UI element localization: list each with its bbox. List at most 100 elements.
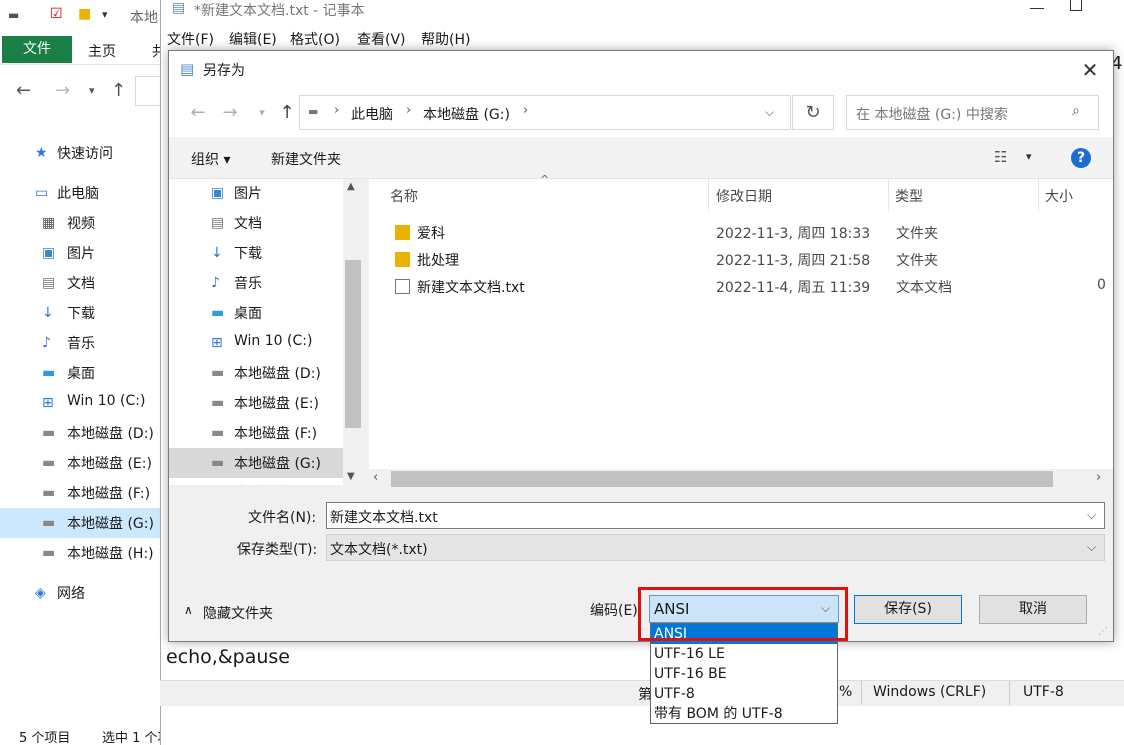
sidebar-item[interactable]: ▬ 本地磁盘 (H:) (0, 538, 175, 568)
scroll-down-icon[interactable]: ▼ (347, 471, 355, 482)
nav-scrollbar-thumb[interactable] (345, 260, 361, 428)
sidebar-item[interactable]: ▭ 此电脑 (0, 178, 175, 208)
column-divider[interactable] (888, 179, 889, 211)
folder-icon (395, 252, 410, 267)
encoding-option[interactable]: UTF-16 BE (651, 664, 837, 684)
nav-item-label: 本地磁盘 (F:) (234, 426, 318, 442)
tab-file[interactable]: 文件 (2, 36, 72, 63)
file-row[interactable]: 爱科 2022-11-3, 周四 18:33 文件夹 (369, 219, 1113, 246)
back-arrow-icon[interactable]: ← (186, 101, 210, 125)
address-bar[interactable]: ▬ › 此电脑 › 本地磁盘 (G:) › ⌵ (299, 95, 791, 130)
scroll-right-icon[interactable]: › (1096, 470, 1101, 485)
menu-item[interactable]: 格式(O) (290, 29, 340, 49)
file-row[interactable]: 新建文本文档.txt 2022-11-4, 周五 11:39 文本文档 0 (369, 273, 1113, 300)
item-count: 5 个项目 (19, 731, 71, 745)
save-type-select[interactable]: 文本文档(*.txt) ⌵ (326, 534, 1105, 561)
sidebar-item[interactable]: ⊞ Win 10 (C:) (0, 388, 175, 418)
close-icon[interactable]: ✕ (1076, 56, 1104, 84)
file-type: 文件夹 (896, 253, 938, 269)
dialog-nav-item[interactable]: ♪ 音乐 (169, 268, 343, 298)
nav-item-label: 快速访问 (57, 146, 113, 162)
sidebar-item[interactable]: ▬ 本地磁盘 (F:) (0, 478, 175, 508)
chevron-down-icon[interactable]: ⌵ (1087, 508, 1096, 523)
dialog-icon: ▤ (180, 60, 195, 78)
view-options-icon[interactable]: ☷ (994, 148, 1007, 166)
forward-arrow-icon[interactable]: → (218, 101, 242, 125)
column-divider[interactable] (708, 179, 709, 211)
encoding-option[interactable]: 带有 BOM 的 UTF-8 (651, 704, 837, 724)
menu-item[interactable]: 查看(V) (357, 29, 406, 49)
menu-item[interactable]: 帮助(H) (421, 29, 470, 49)
notepad-text[interactable]: echo,&pause (166, 646, 290, 668)
file-row[interactable]: 批处理 2022-11-3, 周四 21:58 文件夹 (369, 246, 1113, 273)
column-header-name[interactable]: 名称 (390, 186, 418, 206)
breadcrumb-this-pc[interactable]: 此电脑 (351, 104, 393, 124)
checkbox-icon[interactable]: ☑ (50, 6, 63, 22)
help-icon[interactable]: ? (1071, 148, 1091, 168)
dialog-nav-item[interactable]: ▬ 本地磁盘 (E:) (169, 388, 343, 418)
dialog-nav-item[interactable]: ↓ 下载 (169, 238, 343, 268)
sidebar-item[interactable]: ▬ 本地磁盘 (D:) (0, 418, 175, 448)
scroll-left-icon[interactable]: ‹ (373, 470, 378, 485)
search-input[interactable]: 在 本地磁盘 (G:) 中搜索 ⌕ (846, 95, 1099, 130)
recent-locations-icon[interactable]: ▾ (250, 101, 274, 125)
file-type: 文件夹 (896, 226, 938, 242)
new-folder-button[interactable]: 新建文件夹 (271, 149, 341, 169)
column-divider[interactable] (1038, 179, 1039, 211)
refresh-icon[interactable]: ↻ (792, 95, 834, 130)
minimize-icon[interactable] (1030, 8, 1044, 9)
breadcrumb-separator-icon[interactable]: › (334, 103, 339, 118)
organize-button[interactable]: 组织 ▾ (191, 149, 230, 169)
sidebar-item[interactable]: ▬ 桌面 (0, 358, 175, 388)
recent-locations-icon[interactable]: ▾ (89, 84, 95, 97)
file-list-hscrollbar-thumb[interactable] (391, 471, 1053, 487)
up-arrow-icon[interactable]: ↑ (111, 80, 126, 101)
dialog-nav-item[interactable]: ▬ 本地磁盘 (F:) (169, 418, 343, 448)
up-arrow-icon[interactable]: ↑ (275, 101, 299, 125)
sidebar-item[interactable]: ▬ 本地磁盘 (G:) (0, 508, 175, 538)
column-header-size[interactable]: 大小 (1045, 186, 1073, 206)
chevron-down-icon[interactable]: ▾ (1026, 150, 1032, 163)
breadcrumb-drive-g[interactable]: 本地磁盘 (G:) (423, 104, 510, 124)
column-header-modified[interactable]: 修改日期 (716, 186, 772, 206)
filename-input[interactable]: 新建文本文档.txt ⌵ (326, 502, 1105, 529)
dialog-nav-item[interactable]: ▣ 图片 (169, 178, 343, 208)
sidebar-item[interactable]: ★ 快速访问 (0, 138, 175, 168)
cancel-button[interactable]: 取消 (979, 595, 1087, 624)
encoding-option[interactable]: UTF-8 (651, 684, 837, 704)
encoding-option[interactable]: UTF-16 LE (651, 644, 837, 664)
search-icon[interactable]: ⌕ (1072, 103, 1080, 119)
chevron-down-icon[interactable]: ⌵ (765, 105, 774, 120)
folder-icon[interactable]: ■ (78, 6, 91, 22)
breadcrumb-separator-icon[interactable]: › (406, 103, 411, 118)
maximize-icon[interactable] (1070, 0, 1082, 11)
sidebar-item[interactable]: ▬ 本地磁盘 (E:) (0, 448, 175, 478)
sidebar-item[interactable]: ◈ 网络 (0, 578, 175, 608)
sidebar-item[interactable]: ↓ 下载 (0, 298, 175, 328)
quick-access-dropdown-icon[interactable]: ▾ (102, 8, 108, 21)
back-arrow-icon[interactable]: ← (16, 80, 31, 101)
dialog-nav-item[interactable]: ⊞ Win 10 (C:) (169, 328, 343, 358)
tab-home[interactable]: 主页 (88, 41, 116, 61)
menu-item[interactable]: 编辑(E) (229, 29, 277, 49)
sidebar-item[interactable]: ♪ 音乐 (0, 328, 175, 358)
dialog-nav-item[interactable]: ▬ 本地磁盘 (G:) (169, 448, 343, 478)
save-button[interactable]: 保存(S) (854, 595, 962, 624)
sidebar-item[interactable]: ▣ 图片 (0, 238, 175, 268)
breadcrumb-separator-icon[interactable]: › (523, 103, 528, 118)
menu-item[interactable]: 文件(F) (167, 29, 214, 49)
column-header-type[interactable]: 类型 (895, 186, 923, 206)
sidebar-item[interactable]: ▦ 视频 (0, 208, 175, 238)
sidebar-item[interactable]: ▤ 文档 (0, 268, 175, 298)
dialog-nav-item[interactable]: ▬ 本地磁盘 (D:) (169, 358, 343, 388)
dialog-nav-item[interactable]: ▬ 桌面 (169, 298, 343, 328)
resize-grip-icon[interactable]: ⋰ (1098, 626, 1108, 637)
dialog-nav-item[interactable]: ▤ 文档 (169, 208, 343, 238)
dialog-nav-item[interactable]: ▬ 本地磁盘 (H:) (169, 478, 343, 486)
scroll-up-icon[interactable]: ▲ (347, 181, 355, 192)
network-icon: ◈ (35, 585, 46, 601)
chevron-down-icon[interactable]: ⌵ (1087, 540, 1096, 555)
drive-icon: ▬ (8, 8, 20, 22)
forward-arrow-icon[interactable]: → (55, 80, 70, 101)
document-icon: ▤ (211, 215, 225, 231)
